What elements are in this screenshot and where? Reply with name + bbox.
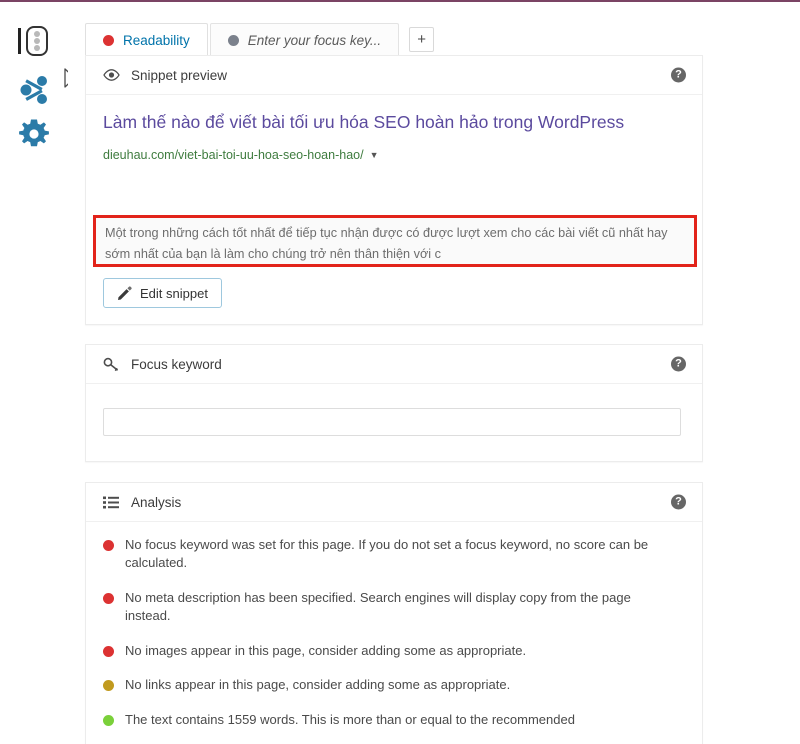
analysis-item: No images appear in this page, consider … (103, 642, 678, 660)
tab-focus-keyword-label: Enter your focus key... (247, 32, 382, 48)
status-dot (103, 592, 114, 604)
list-icon (103, 496, 123, 509)
analysis-item: No links appear in this page, consider a… (103, 676, 678, 694)
tab-strip: Readability Enter your focus key... + (85, 22, 435, 56)
snippet-description-highlight: Một trong những cách tốt nhất để tiếp tụ… (93, 215, 697, 267)
pencil-icon (117, 285, 132, 301)
focus-keyword-title: Focus keyword (131, 356, 222, 372)
help-icon[interactable]: ? (671, 67, 686, 83)
help-icon[interactable]: ? (671, 494, 686, 510)
focus-keyword-input[interactable] (103, 408, 681, 436)
analysis-item-text: The text contains 1559 words. This is mo… (125, 711, 575, 727)
analysis-title: Analysis (131, 494, 182, 510)
edit-snippet-button[interactable]: Edit snippet (103, 278, 222, 308)
analysis-item-text: No images appear in this page, consider … (125, 642, 527, 658)
tab-focus-keyword[interactable]: Enter your focus key... (209, 23, 400, 56)
content-area: Readability Enter your focus key... + Sn… (68, 2, 800, 744)
snippet-preview-header: Snippet preview ? (86, 56, 702, 95)
status-dot (103, 714, 114, 726)
edit-snippet-label: Edit snippet (140, 285, 208, 301)
eye-icon (103, 69, 123, 81)
analysis-item: No meta description has been specified. … (103, 589, 678, 626)
add-tab-button[interactable]: + (409, 27, 435, 52)
tab-status-dot (103, 34, 114, 46)
analysis-card: Analysis ? No focus keyword was set for … (85, 482, 703, 744)
snippet-url-row: dieuhau.com/viet-bai-toi-uu-hoa-seo-hoan… (103, 148, 686, 162)
snippet-preview-card: Snippet preview ? Làm thế nào để viết bà… (85, 55, 703, 325)
share-icon[interactable] (0, 70, 68, 110)
snippet-preview-body: Làm thế nào để viết bài tối ưu hóa SEO h… (86, 95, 702, 162)
analysis-item-text: No focus keyword was set for this page. … (125, 537, 649, 571)
analysis-item-text: No meta description has been specified. … (125, 589, 631, 624)
analysis-item: The text contains 1559 words. This is mo… (103, 711, 678, 729)
tab-status-dot (227, 34, 239, 46)
analysis-item-text: No links appear in this page, consider a… (125, 677, 511, 693)
focus-keyword-header: Focus keyword ? (86, 345, 702, 384)
status-dot (103, 645, 114, 657)
panel-toggle-icon[interactable] (0, 20, 68, 62)
key-icon (103, 357, 123, 372)
analysis-item: No focus keyword was set for this page. … (103, 536, 678, 573)
analysis-header: Analysis ? (86, 483, 702, 522)
help-icon[interactable]: ? (671, 356, 686, 372)
snippet-url-text: dieuhau.com/viet-bai-toi-uu-hoa-seo-hoan… (103, 147, 364, 162)
snippet-description: Một trong những cách tốt nhất để tiếp tụ… (105, 226, 668, 261)
analysis-list: No focus keyword was set for this page. … (86, 522, 702, 729)
chevron-down-icon[interactable]: ▼ (370, 150, 379, 160)
snippet-title[interactable]: Làm thế nào để viết bài tối ưu hóa SEO h… (103, 111, 686, 134)
status-dot (103, 540, 114, 551)
focus-keyword-card: Focus keyword ? (85, 344, 703, 462)
left-icon-rail (0, 2, 68, 742)
snippet-preview-title: Snippet preview (131, 67, 228, 83)
tab-readability-label: Readability (123, 32, 190, 48)
status-dot (103, 680, 114, 692)
gear-icon[interactable] (0, 114, 68, 154)
tab-readability[interactable]: Readability (85, 23, 208, 56)
